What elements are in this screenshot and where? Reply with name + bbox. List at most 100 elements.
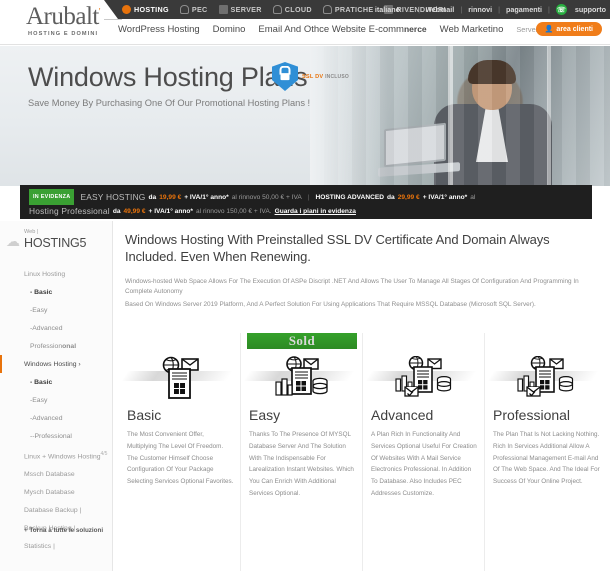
site-logo-text: Arubalt	[26, 3, 99, 30]
shield-lock-icon	[272, 62, 298, 91]
ssl-badge-suffix: INCLUSO	[325, 73, 349, 80]
promo-plan-1-renewal: al rinnovo 50,00 € + IVA	[231, 193, 302, 201]
promo-cta-link[interactable]: Guarda i piani in evidenza	[275, 205, 356, 218]
top-utility-links: italiano ⌄ | webmail | rinnovi | pagamen…	[375, 0, 606, 19]
site-logo-tm: '	[98, 6, 101, 17]
sidebar-title: HOSTING5	[24, 236, 87, 250]
sidebar-item-linux-advanced[interactable]: -Advanced	[0, 319, 113, 337]
top-nav-pec[interactable]: PEC	[179, 5, 208, 14]
pagamenti-link[interactable]: pagamenti	[506, 5, 542, 14]
language-selector[interactable]: italiano	[375, 5, 400, 14]
windows-server-advanced-icon	[363, 351, 484, 405]
sidebar-item-mysql-database[interactable]: Mysch Database	[0, 483, 113, 501]
plan-card-easy-title: Easy	[249, 407, 281, 423]
sidebar-item-linux-professional[interactable]: Professiononal	[0, 337, 113, 355]
hero-banner: Windows Hosting Plans Save Money By Purc…	[0, 46, 610, 186]
headset-icon: ☏	[555, 4, 567, 15]
top-nav-cloud[interactable]: CLOUD	[272, 5, 312, 14]
sidebar-item-linux-windows-sup: 4/5	[100, 450, 108, 457]
plan-card-basic-title: Basic	[127, 407, 162, 423]
server-icon	[218, 5, 228, 14]
area-clienti-button[interactable]: 👤 area clienti	[535, 22, 602, 36]
page-root: HOSTING PEC SERVER CLOUD PRATICHE RIVEND…	[0, 0, 610, 571]
plan-card-professional[interactable]: Professional The Plan That Is Not Lackin…	[485, 333, 607, 571]
site-logo[interactable]: Arubalt'	[26, 3, 101, 31]
sidebar-item-windows-easy[interactable]: -Easy	[0, 391, 113, 409]
sidebar-item-windows-advanced[interactable]: -Advanced	[0, 409, 113, 427]
supporto-link[interactable]: supporto	[575, 5, 606, 14]
sidebar-item-mssql-database[interactable]: Mssch Database	[0, 465, 113, 483]
top-nav-server-label: SERVER	[230, 5, 262, 14]
promo-plan-1-price: 19,99 €	[159, 193, 182, 201]
promo-plan-3-vat: + IVA/1° anno*	[148, 208, 193, 215]
plan-card-professional-description: The Plan That Is Not Lacking Nothing. Ri…	[493, 431, 600, 486]
rinnovi-link[interactable]: rinnovi	[468, 5, 492, 14]
promo-plan-2-renewal: al	[470, 193, 476, 201]
divider-2: |	[460, 5, 463, 14]
logo-rule	[104, 19, 122, 20]
promo-plan-1-da: da	[148, 193, 157, 201]
nav-web-marketing[interactable]: Web Marketino	[440, 24, 504, 35]
top-nav-pratiche[interactable]: PRATICHE	[322, 5, 374, 14]
top-nav-hosting[interactable]: HOSTING	[122, 5, 169, 14]
sidebar-nav-list: Linux Hosting - Basic -Easy -Advanced Pr…	[0, 265, 113, 555]
nav-email-website-ecommerce[interactable]: Email And Othce Website E-commnerce	[258, 24, 426, 35]
nav-wordpress-hosting[interactable]: WordPress Hosting	[118, 24, 200, 35]
top-nav-pec-label: PEC	[191, 5, 208, 14]
main-content: Windows Hosting With Preinstalled SSL DV…	[113, 221, 610, 571]
nav-email-label: Email And Othce Website E-comm	[258, 24, 404, 35]
sidebar-item-database-backup[interactable]: Database Backup |	[0, 501, 113, 519]
sidebar-item-windows-professional[interactable]: --Professional	[0, 427, 113, 445]
ssl-badge-text: SSL DV INCLUSO	[302, 74, 349, 80]
page-title: Windows Hosting With Preinstalled SSL DV…	[125, 232, 550, 264]
plan-card-professional-title: Professional	[493, 407, 571, 423]
cloud-icon	[272, 5, 282, 14]
site-logo-subtitle: HOSTING E DOMINI	[28, 31, 99, 37]
sidebar-item-statistics[interactable]: Statistics |	[0, 537, 113, 555]
promo-plan-3-renewal: al rinnovo 150,00 € + IVA.	[195, 208, 272, 215]
top-nav-server[interactable]: SERVER	[218, 5, 262, 14]
hero-subtitle: Save Money By Purchasing One Of Our Prom…	[28, 98, 311, 108]
promo-plan-2-price: 29,99 €	[397, 193, 420, 201]
sidebar-item-windows-hosting[interactable]: Windows Hosting ›	[0, 355, 113, 373]
sidebar-item-linux-windows-hosting[interactable]: Linux + Windows Hosting4/5	[0, 445, 113, 465]
hero-background-photo	[310, 46, 610, 186]
promo-plan-1-vat: + IVA/1° anno*	[184, 193, 229, 201]
nav-ecommerce-suffix: nerce	[403, 24, 427, 34]
sidebar-title-text: HOSTING	[24, 236, 80, 250]
plan-card-advanced[interactable]: Advanced A Plan Rich In Functionality An…	[363, 333, 485, 571]
windows-server-mail-icon	[119, 351, 240, 405]
plan-card-easy[interactable]: Sold Easy Thanks To The Presence Of MYSQ…	[241, 333, 363, 571]
ssl-badge-label: SSL DV	[302, 73, 324, 80]
nav-domino[interactable]: Domino	[213, 24, 246, 35]
sidebar-item-linux-windows-label: Linux + Windows Hosting	[24, 452, 101, 460]
plan-card-basic[interactable]: Basic The Most Convenient Offer, Multipl…	[119, 333, 241, 571]
sidebar-logo-icon: ☁	[6, 233, 20, 249]
divider-3: |	[498, 5, 501, 14]
sidebar-item-windows-basic[interactable]: - Basic	[0, 373, 113, 391]
windows-server-pro-icon	[485, 351, 607, 405]
promo-plan-3-name: Hosting Professional	[29, 206, 110, 216]
window-frame-overlay	[310, 46, 610, 186]
sidebar-item-linux-easy[interactable]: -Easy	[0, 301, 113, 319]
sidebar-item-linux-professional-suffix: onal	[62, 342, 77, 350]
promo-line-1: IN EVIDENZA EASY HOSTING da 19,99 € + IV…	[29, 189, 583, 205]
sidebar-item-linux-hosting[interactable]: Linux Hosting	[0, 265, 113, 283]
sidebar-item-linux-basic[interactable]: - Basic	[0, 283, 113, 301]
plan-card-easy-description: Thanks To The Presence Of MYSQL Database…	[249, 431, 354, 497]
divider-1: |	[418, 5, 420, 14]
page-description: Windows-hosted Web Space Allows For The …	[125, 277, 603, 310]
user-icon: 👤	[544, 26, 554, 33]
sidebar-back-link[interactable]: + Torna a tutte le soluzioni	[24, 527, 103, 534]
top-nav-pratiche-label: PRATICHE	[334, 5, 374, 14]
check-circle-icon	[322, 5, 332, 14]
site-header: Arubalt' HOSTING E DOMINI WordPress Host…	[0, 3, 610, 45]
pin-icon	[179, 5, 189, 14]
hero-title: Windows Hosting Plans	[28, 62, 308, 92]
promo-separator: |	[307, 193, 310, 201]
area-clienti-label: area clienti	[556, 25, 593, 33]
plan-card-advanced-description: A Plan Rich In Functionality And Service…	[371, 431, 477, 497]
promo-badge: IN EVIDENZA	[29, 189, 75, 205]
globe-icon	[122, 5, 131, 14]
webmail-link[interactable]: webmail	[426, 5, 454, 14]
